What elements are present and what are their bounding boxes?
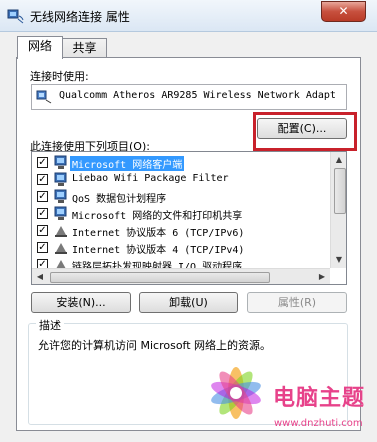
description-text: 允许您的计算机访问 Microsoft 网络上的资源。 — [38, 339, 272, 352]
checkbox[interactable]: ✓ — [37, 208, 48, 219]
watermark-flower-logo — [211, 367, 261, 419]
item-label: Internet 协议版本 4 (TCP/IPv4) — [72, 245, 245, 256]
vertical-scroll-thumb[interactable] — [334, 168, 346, 214]
network-adapter-icon — [36, 90, 52, 104]
watermark-url: www.dnzhuti.com — [274, 418, 363, 429]
checkbox[interactable]: ✓ — [37, 157, 48, 168]
network-service-icon — [54, 189, 67, 203]
tab-network[interactable]: 网络 — [17, 36, 63, 59]
network-client-icon — [54, 155, 67, 169]
network-adapter-icon — [7, 9, 24, 24]
item-label: Microsoft 网络客户端 — [70, 156, 185, 171]
list-item[interactable]: ✓ QoS 数据包计划程序 — [32, 188, 330, 205]
connect-using-label: 连接时使用: — [30, 70, 89, 83]
install-button[interactable]: 安装(N)... — [31, 292, 131, 313]
network-service-icon — [54, 172, 67, 186]
protocol-icon — [55, 226, 67, 237]
checkbox[interactable]: ✓ — [37, 191, 48, 202]
checkbox[interactable]: ✓ — [37, 242, 48, 253]
tab-sharing[interactable]: 共享 — [62, 38, 107, 58]
adapter-name: Qualcomm Atheros AR9285 Wireless Network… — [59, 90, 336, 101]
title-bar[interactable]: 无线网络连接 属性 ✕ — [0, 0, 377, 32]
component-list[interactable]: ✓ Microsoft 网络客户端 ✓ Liebao Wifi Package … — [31, 151, 347, 285]
scroll-up-icon[interactable]: ▲ — [331, 152, 346, 168]
protocol-icon — [55, 243, 67, 254]
list-item[interactable]: ✓ Microsoft 网络客户端 — [32, 154, 330, 171]
horizontal-scroll-thumb[interactable] — [50, 272, 270, 283]
network-service-icon — [54, 206, 67, 220]
close-icon: ✕ — [338, 4, 349, 18]
watermark-text: 电脑主题 — [273, 386, 366, 411]
list-item[interactable]: ✓ Internet 协议版本 6 (TCP/IPv6) — [32, 222, 330, 239]
properties-button[interactable]: 属性(R) — [247, 292, 347, 313]
checkbox[interactable]: ✓ — [37, 225, 48, 236]
description-title: 描述 — [36, 317, 64, 333]
close-button[interactable]: ✕ — [321, 1, 366, 22]
scroll-down-icon[interactable]: ▼ — [331, 252, 346, 268]
item-label: Internet 协议版本 6 (TCP/IPv6) — [72, 228, 245, 239]
scroll-left-icon[interactable]: ◀ — [32, 269, 48, 284]
scroll-right-icon[interactable]: ▶ — [314, 269, 330, 284]
tab-label: 网络 — [27, 39, 52, 53]
item-label: Liebao Wifi Package Filter — [72, 173, 229, 184]
tab-label: 共享 — [72, 41, 97, 55]
uninstall-button[interactable]: 卸载(U) — [139, 292, 238, 313]
item-label: Microsoft 网络的文件和打印机共享 — [72, 211, 243, 222]
list-item[interactable]: ✓ Microsoft 网络的文件和打印机共享 — [32, 205, 330, 222]
checkbox[interactable]: ✓ — [37, 174, 48, 185]
item-label: QoS 数据包计划程序 — [72, 194, 167, 205]
list-item[interactable]: ✓ Internet 协议版本 4 (TCP/IPv4) — [32, 239, 330, 256]
adapter-name-field: Qualcomm Atheros AR9285 Wireless Network… — [31, 84, 347, 110]
highlight-box — [253, 112, 357, 151]
list-item[interactable]: ✓ Liebao Wifi Package Filter — [32, 171, 330, 188]
window-title: 无线网络连接 属性 — [30, 10, 130, 24]
